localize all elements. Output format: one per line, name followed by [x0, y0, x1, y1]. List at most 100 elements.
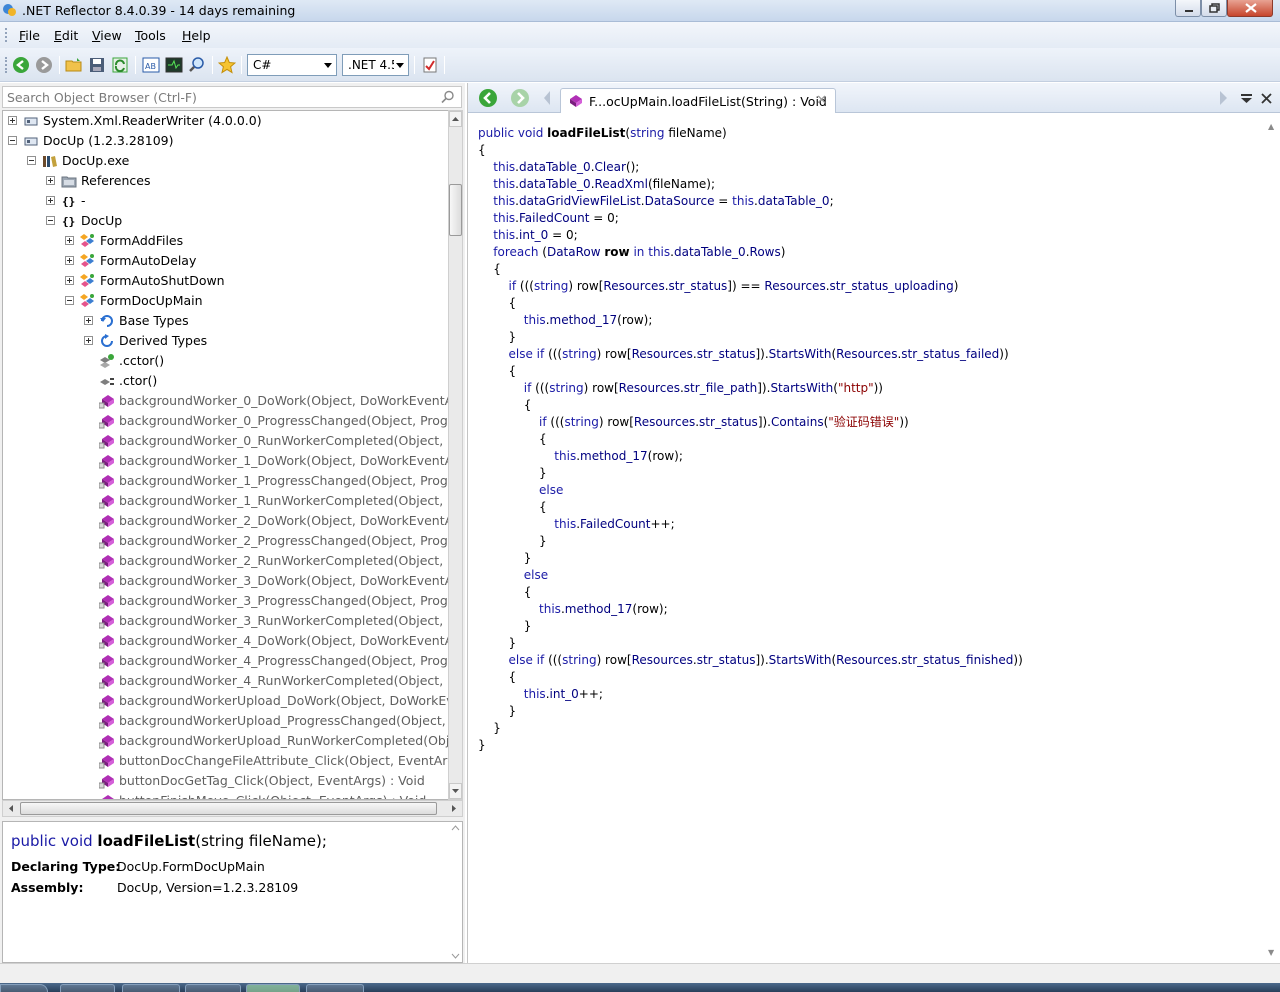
- tree-node[interactable]: backgroundWorker_3_RunWorkerCompleted(Ob…: [3, 611, 448, 631]
- code-reference[interactable]: dataTable_0: [758, 194, 830, 208]
- analyzer-icon[interactable]: AB: [142, 56, 160, 74]
- code-reference[interactable]: str_status: [669, 279, 728, 293]
- code-reference[interactable]: method_17: [565, 602, 633, 616]
- close-document-icon[interactable]: [1260, 90, 1274, 106]
- taskbar-button[interactable]: [185, 984, 241, 992]
- code-reference[interactable]: Rows: [750, 245, 781, 259]
- tree-horizontal-scrollbar[interactable]: [2, 800, 463, 817]
- tree-node[interactable]: buttonDocChangeFileAttribute_Click(Objec…: [3, 751, 448, 771]
- code-reference[interactable]: Resources: [603, 279, 664, 293]
- code-reference[interactable]: FailedCount: [519, 211, 589, 225]
- tree-node[interactable]: FormDocUpMain: [3, 291, 448, 311]
- tree-node[interactable]: References: [3, 171, 448, 191]
- terminal-icon[interactable]: [165, 56, 183, 74]
- expand-icon[interactable]: [65, 256, 74, 265]
- language-select[interactable]: C#: [247, 54, 337, 76]
- menu-help[interactable]: Help: [182, 28, 211, 43]
- scroll-left-icon[interactable]: [6, 803, 16, 814]
- code-reference[interactable]: FailedCount: [580, 517, 650, 531]
- tab-scroll-left-icon[interactable]: [542, 90, 552, 106]
- tree-node[interactable]: backgroundWorkerUpload_DoWork(Object, Do…: [3, 691, 448, 711]
- collapse-icon[interactable]: [46, 216, 55, 225]
- expand-icon[interactable]: [46, 196, 55, 205]
- tab-list-dropdown-icon[interactable]: [1240, 90, 1254, 106]
- tree-node[interactable]: backgroundWorker_1_RunWorkerCompleted(Ob…: [3, 491, 448, 511]
- code-reference[interactable]: dataTable_0: [674, 245, 746, 259]
- tree-node[interactable]: backgroundWorker_2_DoWork(Object, DoWork…: [3, 511, 448, 531]
- menu-file[interactable]: File: [19, 28, 40, 43]
- code-reference[interactable]: StartsWith: [770, 381, 833, 395]
- code-reference[interactable]: method_17: [550, 313, 618, 327]
- taskbar-button-active[interactable]: [246, 984, 300, 992]
- close-tab-icon[interactable]: ✕: [816, 93, 827, 108]
- tree-node[interactable]: backgroundWorker_3_DoWork(Object, DoWork…: [3, 571, 448, 591]
- refresh-icon[interactable]: [111, 56, 129, 74]
- code-reference[interactable]: Resources: [634, 415, 695, 429]
- code-vertical-scrollbar[interactable]: ▲ ▼: [1265, 114, 1280, 963]
- forward-arrow-icon[interactable]: [35, 56, 53, 74]
- restore-button[interactable]: [1201, 0, 1227, 17]
- code-reference[interactable]: StartsWith: [769, 653, 832, 667]
- tree-node[interactable]: FormAddFiles: [3, 231, 448, 251]
- code-reference[interactable]: int_0: [519, 228, 548, 242]
- framework-select[interactable]: .NET 4.5: [342, 54, 409, 76]
- expand-icon[interactable]: [8, 116, 17, 125]
- tree-node[interactable]: backgroundWorker_0_DoWork(Object, DoWork…: [3, 391, 448, 411]
- desc-scroll-up-icon[interactable]: [451, 825, 460, 831]
- code-reference[interactable]: dataGridViewFileList: [519, 194, 641, 208]
- code-reference[interactable]: str_status_uploading: [830, 279, 954, 293]
- code-reference[interactable]: str_status_failed: [901, 347, 999, 361]
- code-reference[interactable]: Resources: [764, 279, 825, 293]
- tree-node[interactable]: Derived Types: [3, 331, 448, 351]
- tree-node[interactable]: buttonFinishMove_Click(Object, EventArgs…: [3, 791, 448, 799]
- start-button[interactable]: [0, 984, 48, 992]
- code-reference[interactable]: Resources: [632, 347, 693, 361]
- tree-node[interactable]: FormAutoDelay: [3, 251, 448, 271]
- taskbar-button[interactable]: [60, 984, 115, 992]
- tree-node[interactable]: {} -: [3, 191, 448, 211]
- expand-icon[interactable]: [65, 236, 74, 245]
- declaring-type-link[interactable]: DocUp.FormDocUpMain: [117, 859, 265, 874]
- code-reference[interactable]: int_0: [550, 687, 579, 701]
- bookmark-star-icon[interactable]: [218, 56, 236, 74]
- search-input[interactable]: [7, 90, 427, 105]
- minimize-button[interactable]: [1175, 0, 1201, 17]
- checklist-icon[interactable]: [421, 56, 439, 74]
- menu-view[interactable]: View: [92, 28, 122, 43]
- code-reference[interactable]: Resources: [632, 653, 693, 667]
- collapse-icon[interactable]: [8, 136, 17, 145]
- code-reference[interactable]: Resources: [619, 381, 680, 395]
- tree-scroll-thumb[interactable]: [449, 184, 462, 236]
- code-reference[interactable]: Resources: [836, 347, 897, 361]
- expand-icon[interactable]: [46, 176, 55, 185]
- tree-node[interactable]: backgroundWorker_3_ProgressChanged(Objec…: [3, 591, 448, 611]
- code-reference[interactable]: str_file_path: [684, 381, 757, 395]
- tree-node[interactable]: FormAutoShutDown: [3, 271, 448, 291]
- tree-node[interactable]: backgroundWorker_2_ProgressChanged(Objec…: [3, 531, 448, 551]
- tree-node[interactable]: buttonDocGetTag_Click(Object, EventArgs)…: [3, 771, 448, 791]
- code-reference[interactable]: str_status: [699, 415, 758, 429]
- tree-node[interactable]: backgroundWorker_4_ProgressChanged(Objec…: [3, 651, 448, 671]
- open-folder-icon[interactable]: [65, 56, 83, 74]
- code-scroll-up-icon[interactable]: ▲: [1268, 122, 1274, 131]
- forward-arrow-icon[interactable]: [510, 88, 530, 108]
- tree-node[interactable]: {} DocUp: [3, 211, 448, 231]
- code-reference[interactable]: Clear: [595, 160, 626, 174]
- tree-node[interactable]: Base Types: [3, 311, 448, 331]
- code-reference[interactable]: Contains: [771, 415, 824, 429]
- code-reference[interactable]: dataTable_0: [519, 177, 591, 191]
- tab-scroll-right-icon[interactable]: [1217, 90, 1231, 106]
- assembly-link[interactable]: DocUp, Version=1.2.3.28109: [117, 880, 298, 895]
- tree-hscroll-thumb[interactable]: [20, 802, 437, 815]
- scroll-up-button[interactable]: [449, 111, 462, 127]
- close-window-button[interactable]: [1227, 0, 1273, 17]
- expand-icon[interactable]: [84, 336, 93, 345]
- search-icon[interactable]: [441, 90, 455, 104]
- code-reference[interactable]: DataSource: [645, 194, 715, 208]
- tree-node[interactable]: backgroundWorker_4_RunWorkerCompleted(Ob…: [3, 671, 448, 691]
- scroll-right-icon[interactable]: [449, 803, 459, 814]
- search-toolbar-icon[interactable]: [188, 56, 206, 74]
- desc-scroll-down-icon[interactable]: [451, 953, 460, 959]
- code-reference[interactable]: str_status_finished: [901, 653, 1013, 667]
- tree-node[interactable]: backgroundWorker_2_RunWorkerCompleted(Ob…: [3, 551, 448, 571]
